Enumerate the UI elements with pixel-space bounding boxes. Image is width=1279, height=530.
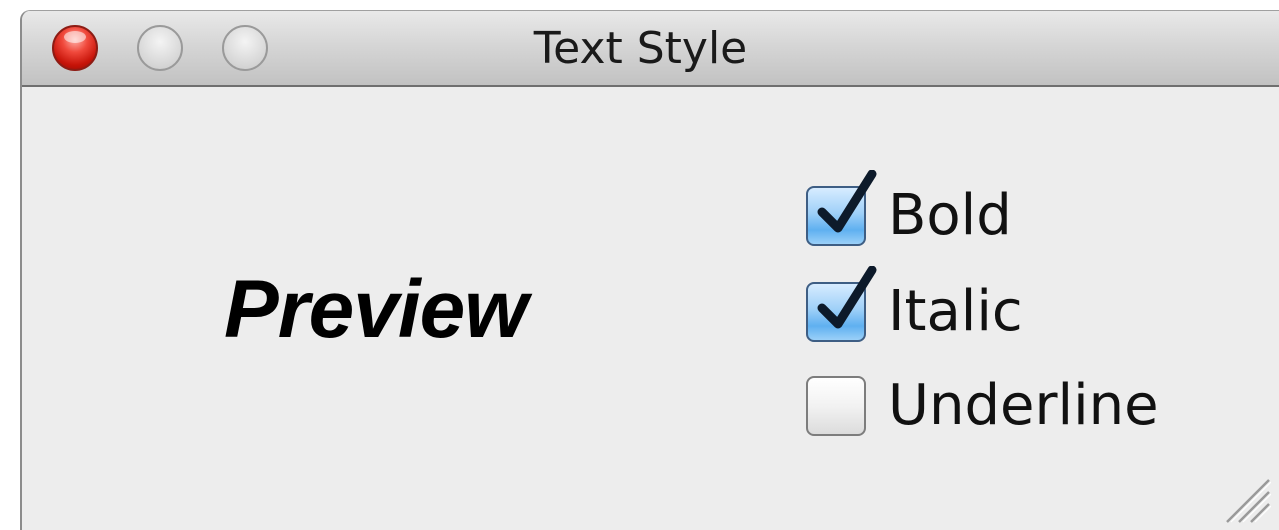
italic-checkbox-box[interactable] xyxy=(806,266,877,342)
title-bar[interactable]: Text Style xyxy=(22,11,1279,87)
bold-checkbox-box[interactable] xyxy=(806,170,877,246)
resize-grip-icon[interactable] xyxy=(1217,470,1271,524)
bold-label[interactable]: Bold xyxy=(888,184,1012,248)
checkmark-icon xyxy=(817,170,877,233)
window-title: Text Style xyxy=(22,23,1279,75)
italic-checkbox[interactable]: Italic xyxy=(806,266,1023,347)
underline-checkbox-box[interactable] xyxy=(806,376,866,436)
window-title-text: Text Style xyxy=(533,23,748,74)
underline-label[interactable]: Underline xyxy=(888,374,1159,438)
italic-label[interactable]: Italic xyxy=(888,280,1023,344)
text-style-window: Text Style Preview Bold Italic Underline xyxy=(20,10,1279,530)
preview-text: Preview xyxy=(224,264,528,355)
window-content: Preview Bold Italic Underline xyxy=(22,87,1279,530)
bold-checkbox[interactable]: Bold xyxy=(806,170,1012,251)
underline-checkbox[interactable]: Underline xyxy=(806,371,1159,441)
checkmark-icon xyxy=(817,266,877,329)
